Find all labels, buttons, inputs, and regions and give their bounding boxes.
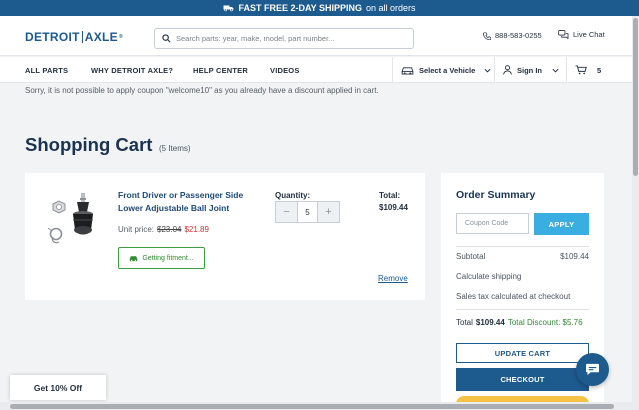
main-nav: ALL PARTS WHY DETROIT AXLE? HELP CENTER … (0, 57, 632, 83)
logo-left-text: DETROIT (25, 30, 80, 44)
chevron-down-icon (484, 68, 491, 72)
product-name-link[interactable]: Front Driver or Passenger Side Lower Adj… (118, 189, 258, 214)
car-icon (130, 255, 138, 261)
subtotal-row: Subtotal $109.44 (456, 252, 589, 261)
item-total-value: $109.44 (379, 203, 408, 212)
banner-bold-text: FAST FREE 2-DAY SHIPPING (238, 3, 362, 13)
site-header: DETROIT AXLE ® 888-583-0255 Live Chat (0, 16, 632, 56)
chevron-down-icon (552, 68, 559, 72)
quantity-input[interactable]: 5 (297, 202, 318, 222)
summary-divider (456, 246, 589, 247)
logo-right-text: AXLE (84, 30, 118, 44)
search-box[interactable] (154, 28, 414, 49)
item-total-label: Total: (379, 191, 401, 200)
sales-tax-row: Sales tax calculated at checkout (456, 292, 589, 301)
logo-registered-mark: ® (118, 34, 123, 40)
search-icon (162, 34, 171, 43)
live-chat-link[interactable]: Live Chat (558, 30, 605, 39)
apply-coupon-button[interactable]: APPLY (534, 213, 589, 235)
order-total-label: Total (456, 318, 473, 327)
fitment-button[interactable]: Getting fitment... (118, 247, 205, 269)
calculate-shipping-label: Calculate shipping (456, 272, 522, 281)
checkout-button[interactable]: CHECKOUT (456, 368, 589, 391)
truck-icon (223, 5, 234, 12)
chat-widget-button[interactable] (576, 353, 609, 386)
coupon-code-input[interactable]: Coupon Code (456, 213, 529, 234)
scrollbar-thumb[interactable] (633, 18, 638, 176)
total-discount: Total Discount: $5.76 (507, 318, 583, 327)
unit-price: Unit price: $23.04 $21.89 (118, 225, 209, 234)
coupon-error-notice: Sorry, it is not possible to apply coupo… (25, 86, 379, 95)
user-icon (503, 65, 512, 75)
sales-tax-label: Sales tax calculated at checkout (456, 292, 571, 301)
logo-divider (81, 31, 83, 43)
page-title: Shopping Cart (25, 134, 153, 155)
promo-tab[interactable]: Get 10% Off (10, 375, 106, 400)
calculate-shipping-link[interactable]: Calculate shipping (456, 272, 589, 281)
remove-item-link[interactable]: Remove (378, 274, 408, 283)
nav-why-detroit-axle[interactable]: WHY DETROIT AXLE? (91, 66, 173, 75)
site-logo[interactable]: DETROIT AXLE ® (25, 30, 123, 44)
unit-price-label: Unit price: (118, 225, 155, 234)
scrollbar-thumb[interactable] (10, 404, 614, 409)
decrease-quantity-button[interactable]: − (276, 202, 297, 222)
horizontal-scrollbar[interactable] (0, 402, 632, 410)
phone-link[interactable]: 888-583-0255 (483, 31, 542, 40)
nav-all-parts[interactable]: ALL PARTS (25, 66, 68, 75)
vertical-scrollbar[interactable] (632, 16, 639, 410)
subtotal-label: Subtotal (456, 252, 486, 261)
nav-help-center[interactable]: HELP CENTER (193, 66, 248, 75)
product-image[interactable] (43, 190, 103, 252)
sale-price: $21.89 (184, 225, 209, 234)
original-price: $23.04 (157, 225, 182, 234)
live-chat-label: Live Chat (573, 30, 605, 39)
summary-divider (456, 309, 589, 310)
order-total-row: Total $109.44 Total Discount: $5.76 (456, 318, 583, 327)
fitment-label: Getting fitment... (142, 254, 194, 262)
search-input[interactable] (176, 34, 406, 43)
sign-in-label: Sign In (517, 65, 542, 75)
update-cart-button[interactable]: UPDATE CART (456, 343, 589, 363)
shipping-banner: FAST FREE 2-DAY SHIPPING on all orders (0, 0, 639, 16)
order-summary-title: Order Summary (456, 189, 536, 201)
phone-number: 888-583-0255 (495, 31, 542, 40)
banner-rest-text: on all orders (366, 3, 416, 13)
quantity-stepper: − 5 + (275, 201, 340, 223)
increase-quantity-button[interactable]: + (318, 202, 339, 222)
cart-icon (575, 65, 587, 75)
subtotal-value: $109.44 (560, 252, 589, 261)
phone-icon (483, 31, 491, 40)
quantity-label: Quantity: (275, 191, 311, 200)
car-icon (401, 66, 414, 75)
sign-in-button[interactable]: Sign In (494, 57, 566, 83)
chat-bubble-icon (586, 363, 599, 376)
chat-icon (558, 30, 569, 39)
order-total-value: $109.44 (475, 318, 505, 327)
cart-count-badge: 5 (597, 65, 602, 75)
select-vehicle-label: Select a Vehicle (419, 65, 476, 75)
nav-videos[interactable]: VIDEOS (270, 66, 300, 75)
select-vehicle-button[interactable]: Select a Vehicle (392, 57, 494, 83)
cart-item-card: Front Driver or Passenger Side Lower Adj… (25, 173, 425, 300)
cart-button[interactable]: 5 (566, 57, 632, 83)
cart-item-count: (5 Items) (159, 144, 191, 153)
